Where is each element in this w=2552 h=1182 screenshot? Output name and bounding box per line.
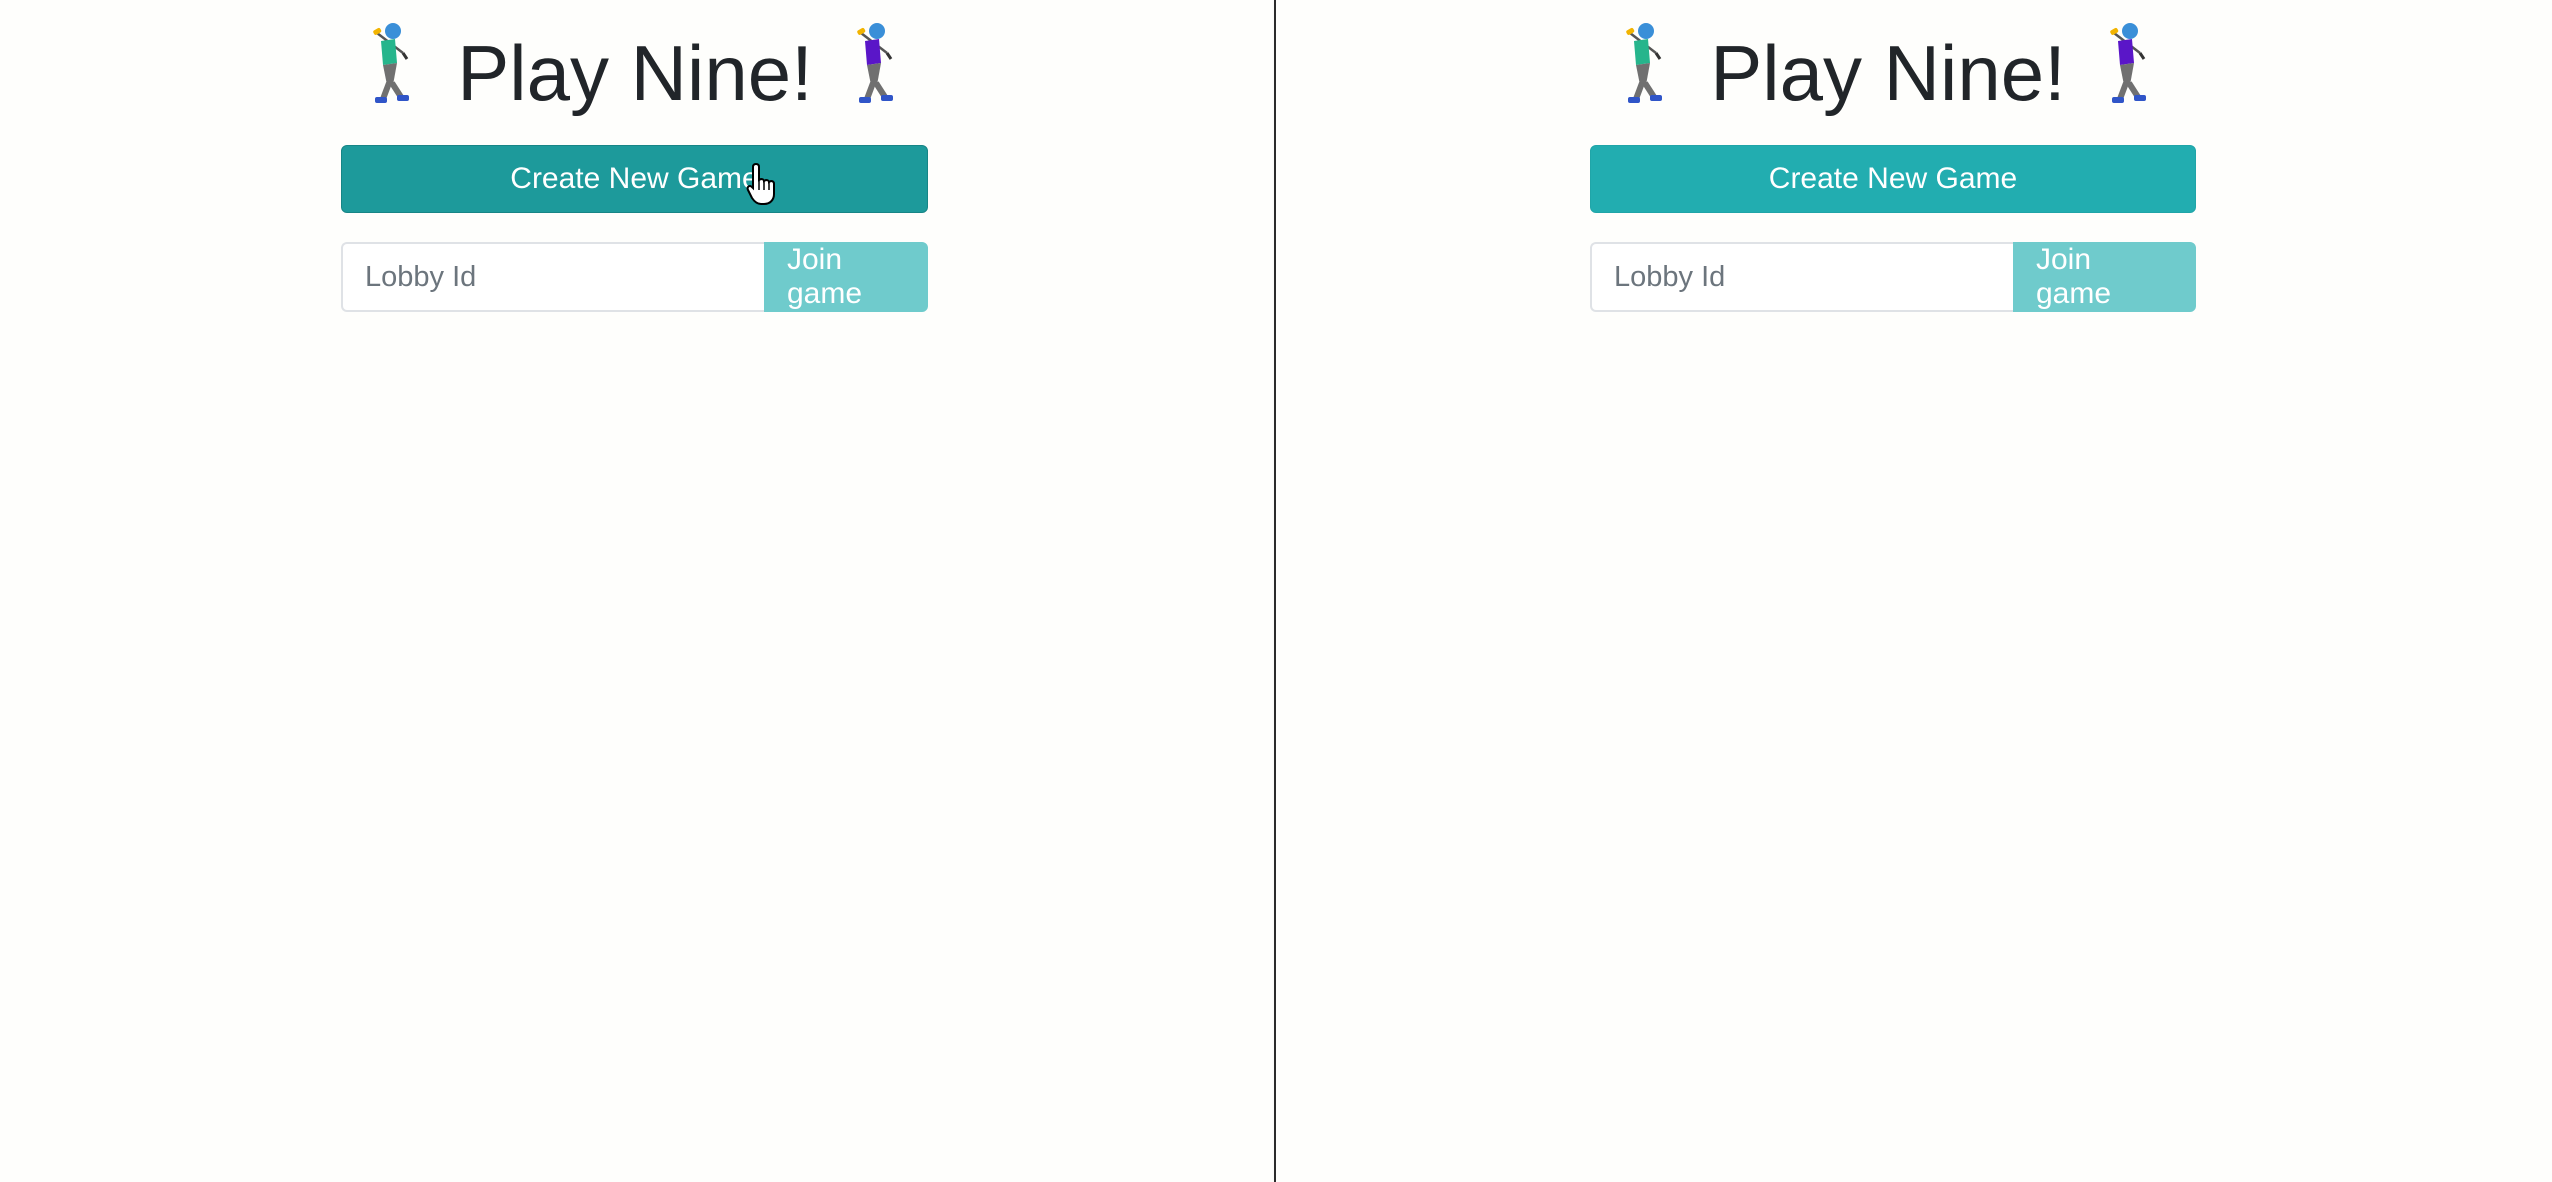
- lobby-id-input[interactable]: [1590, 242, 2013, 312]
- golfer-icon: [363, 19, 423, 127]
- create-new-game-button[interactable]: Create New Game: [341, 145, 928, 213]
- join-game-label: Join game: [2036, 243, 2112, 310]
- title-text: Play Nine!: [457, 29, 813, 117]
- join-game-label: Join game: [787, 243, 863, 310]
- create-new-game-button[interactable]: Create New Game: [1590, 145, 2196, 213]
- join-game-group: Join game: [341, 242, 928, 312]
- split-screen: Play Nine! Create New Game Lobby Id Join…: [0, 0, 2552, 1182]
- create-new-game-label: Create New Game: [510, 162, 759, 195]
- page-title: Play Nine!: [340, 23, 930, 122]
- golfer-icon: [2100, 19, 2160, 127]
- golfer-icon: [847, 19, 907, 127]
- golfer-icon: [1616, 19, 1676, 127]
- page-title: Play Nine!: [1593, 23, 2183, 122]
- join-game-button[interactable]: Join game: [764, 242, 928, 312]
- join-game-group: Join game: [1590, 242, 2196, 312]
- lobby-id-input[interactable]: [341, 242, 764, 312]
- create-new-game-label: Create New Game: [1768, 162, 2018, 195]
- title-text: Play Nine!: [1710, 29, 2066, 117]
- right-game-pane: Play Nine! Create New Game Lobby Id Join…: [1276, 0, 2552, 1182]
- join-game-button[interactable]: Join game: [2013, 242, 2196, 312]
- left-game-pane: Play Nine! Create New Game Lobby Id Join…: [0, 0, 1274, 1182]
